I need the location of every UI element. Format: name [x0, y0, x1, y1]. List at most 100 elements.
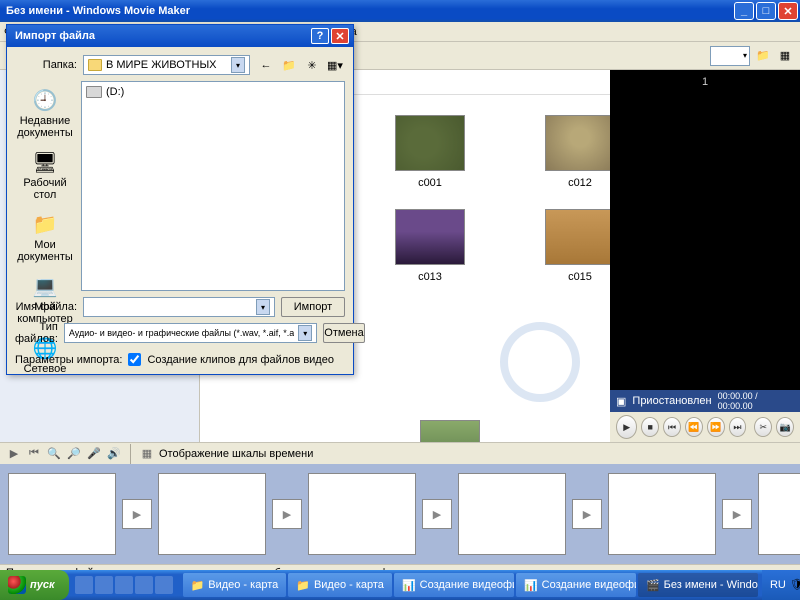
storyboard-slot[interactable] — [758, 473, 800, 555]
clip-item[interactable]: c015 — [420, 420, 480, 442]
preview-timecode: 00:00.00 / 00:00.00 — [718, 391, 794, 411]
clip-label: c013 — [418, 271, 442, 283]
new-folder-button[interactable]: ✳ — [302, 55, 322, 75]
clip-item[interactable]: c001 — [370, 115, 490, 189]
tl-rewind-icon[interactable]: ⏮ — [26, 446, 42, 462]
transition-slot[interactable]: ▶ — [122, 499, 152, 529]
taskbar-item[interactable]: 📊Создание видеофи... — [516, 573, 636, 597]
zoom-out-icon[interactable]: 🔎 — [66, 446, 82, 462]
play-button[interactable]: ▶ — [616, 415, 637, 439]
timeline-toolbar: ▶ ⏮ 🔍 🔎 🎤 🔊 ▦ Отображение шкалы времени — [0, 442, 800, 464]
timeline-toggle-label[interactable]: Отображение шкалы времени — [159, 448, 313, 460]
preview-status-bar: ▣ Приостановлен 00:00.00 / 00:00.00 — [610, 390, 800, 412]
back-button[interactable]: ← — [256, 55, 276, 75]
clip-thumbnail — [545, 209, 610, 265]
drive-item[interactable]: (D:) — [86, 86, 340, 98]
taskbar-item-active[interactable]: 🎬Без имени - Windows... — [638, 573, 758, 597]
chevron-down-icon[interactable]: ▾ — [231, 57, 245, 73]
titlebar: Без имени - Windows Movie Maker _ □ ✕ — [0, 0, 800, 22]
place-desktop[interactable]: 🖥Рабочий стол — [17, 149, 73, 201]
stop-button[interactable]: ■ — [641, 417, 659, 437]
windows-logo-icon — [8, 576, 26, 594]
storyboard-slot[interactable] — [158, 473, 266, 555]
transition-slot[interactable]: ▶ — [572, 499, 602, 529]
toolbar-collection-dropdown[interactable] — [710, 46, 750, 66]
chevron-down-icon[interactable]: ▾ — [298, 325, 312, 341]
ql-icon[interactable] — [155, 576, 173, 594]
ql-icon[interactable] — [115, 576, 133, 594]
quick-launch — [69, 576, 179, 594]
storyboard-slot[interactable] — [8, 473, 116, 555]
snapshot-button[interactable]: 📷 — [776, 417, 794, 437]
forward-button[interactable]: ⏩ — [707, 417, 725, 437]
tl-mic-icon[interactable]: 🎤 — [86, 446, 102, 462]
clip-thumbnail — [395, 209, 465, 265]
next-button[interactable]: ⏭ — [729, 417, 747, 437]
tray-icon[interactable]: 🛡 — [790, 578, 800, 592]
taskbar: пуск 📁Видео - карта 📁Видео - карта 📊Созд… — [0, 570, 800, 600]
dialog-close-button[interactable]: ✕ — [331, 28, 349, 44]
file-list[interactable]: (D:) — [81, 81, 345, 291]
tl-audio-icon[interactable]: 🔊 — [106, 446, 122, 462]
language-indicator[interactable]: RU — [770, 579, 786, 591]
minimize-button[interactable]: _ — [734, 2, 754, 20]
place-documents[interactable]: 📁Мои документы — [17, 211, 73, 263]
filetype-label: Тип файлов: — [15, 321, 58, 345]
taskbar-item[interactable]: 📁Видео - карта — [183, 573, 287, 597]
preview-marker: 1 — [610, 76, 800, 88]
split-button[interactable]: ✂ — [754, 417, 772, 437]
start-button[interactable]: пуск — [0, 570, 69, 600]
filename-input[interactable]: ▾ — [83, 297, 275, 317]
filename-label: Имя файла: — [15, 301, 77, 313]
transition-slot[interactable]: ▶ — [722, 499, 752, 529]
transition-slot[interactable]: ▶ — [422, 499, 452, 529]
chevron-down-icon[interactable]: ▾ — [256, 299, 270, 315]
zoom-in-icon[interactable]: 🔍 — [46, 446, 62, 462]
clip-label: c001 — [418, 177, 442, 189]
folder-icon — [88, 59, 102, 71]
ql-icon[interactable] — [75, 576, 93, 594]
create-clips-checkbox[interactable] — [128, 353, 141, 366]
views-button[interactable]: ▦▾ — [325, 55, 345, 75]
folder-combo[interactable]: В МИРЕ ЖИВОТНЫХ ▾ — [83, 55, 250, 75]
dialog-help-button[interactable]: ? — [311, 28, 329, 44]
maximize-button[interactable]: □ — [756, 2, 776, 20]
create-clips-label: Создание клипов для файлов видео — [147, 354, 334, 366]
dialog-titlebar[interactable]: Импорт файла ? ✕ — [7, 25, 353, 47]
places-bar: 🕘Недавние документы 🖥Рабочий стол 📁Мои д… — [15, 81, 75, 291]
dialog-title: Импорт файла — [15, 30, 309, 42]
clip-item[interactable]: c012 — [520, 115, 610, 189]
storyboard-slot[interactable] — [308, 473, 416, 555]
toolbar-up-icon[interactable]: 📁 — [754, 47, 772, 65]
tl-play-icon[interactable]: ▶ — [6, 446, 22, 462]
storyboard[interactable]: ▶ ▶ ▶ ▶ ▶ — [0, 464, 800, 564]
storyboard-slot[interactable] — [608, 473, 716, 555]
drive-icon — [86, 86, 102, 98]
close-button[interactable]: ✕ — [778, 2, 798, 20]
taskbar-item[interactable]: 📊Создание видеофи... — [394, 573, 514, 597]
ql-icon[interactable] — [95, 576, 113, 594]
prev-button[interactable]: ⏮ — [663, 417, 681, 437]
preview-status: Приостановлен — [632, 395, 711, 407]
clip-label: c012 — [568, 177, 592, 189]
cancel-button[interactable]: Отмена — [323, 323, 364, 343]
timeline-toggle-icon[interactable]: ▦ — [139, 446, 155, 462]
up-folder-button[interactable]: 📁 — [279, 55, 299, 75]
clip-thumbnail — [545, 115, 610, 171]
clip-item[interactable]: c013 — [370, 209, 490, 283]
filetype-combo[interactable]: Аудио- и видео- и графические файлы (*.w… — [64, 323, 317, 343]
place-recent[interactable]: 🕘Недавние документы — [17, 87, 73, 139]
ql-icon[interactable] — [135, 576, 153, 594]
toolbar-views-icon[interactable]: ▦ — [776, 47, 794, 65]
clip-thumbnail — [395, 115, 465, 171]
preview-pane: 1 ▣ Приостановлен 00:00.00 / 00:00.00 ▶ … — [610, 70, 800, 442]
taskbar-item[interactable]: 📁Видео - карта — [288, 573, 392, 597]
import-options-label: Параметры импорта: — [15, 354, 122, 366]
clip-label: c015 — [568, 271, 592, 283]
import-button[interactable]: Импорт — [281, 297, 345, 317]
storyboard-slot[interactable] — [458, 473, 566, 555]
clip-thumbnail — [420, 420, 480, 442]
rewind-button[interactable]: ⏪ — [685, 417, 703, 437]
transition-slot[interactable]: ▶ — [272, 499, 302, 529]
clip-item[interactable]: c015 — [520, 209, 610, 283]
